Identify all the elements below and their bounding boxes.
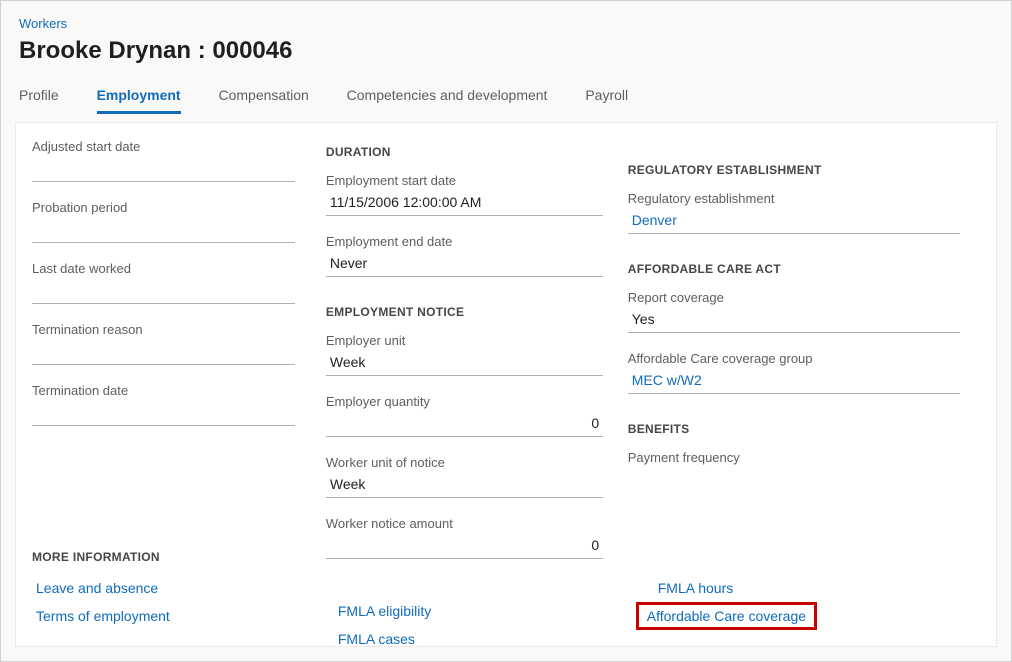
employment-notice-title: EMPLOYMENT NOTICE <box>326 305 618 319</box>
termination-reason-field[interactable] <box>32 341 295 365</box>
more-information-title: MORE INFORMATION <box>24 550 316 564</box>
tab-payroll[interactable]: Payroll <box>585 87 628 111</box>
termination-date-field[interactable] <box>32 402 295 426</box>
last-date-worked-field[interactable] <box>32 280 295 304</box>
col-regulatory-benefits: REGULATORY ESTABLISHMENT Regulatory esta… <box>628 139 978 630</box>
tab-bar: Profile Employment Compensation Competen… <box>1 87 1011 114</box>
aca-coverage-group-field[interactable]: MEC w/W2 <box>628 370 961 394</box>
employer-unit-label: Employer unit <box>326 333 618 348</box>
employer-quantity-field[interactable]: 0 <box>326 413 603 437</box>
adjusted-start-date-label: Adjusted start date <box>24 139 316 154</box>
link-terms-of-employment[interactable]: Terms of employment <box>24 602 316 630</box>
worker-unit-of-notice-field[interactable]: Week <box>326 474 603 498</box>
col-general: Adjusted start date Probation period Las… <box>24 139 316 630</box>
worker-notice-amount-field[interactable]: 0 <box>326 535 603 559</box>
header: Workers Brooke Drynan : 000046 <box>1 1 1011 65</box>
termination-reason-label: Termination reason <box>24 322 316 337</box>
employer-unit-field[interactable]: Week <box>326 352 603 376</box>
tab-employment[interactable]: Employment <box>97 87 181 114</box>
employment-end-date-label: Employment end date <box>326 234 618 249</box>
col-duration-notice: DURATION Employment start date 11/15/200… <box>326 139 618 630</box>
adjusted-start-date-field[interactable] <box>32 158 295 182</box>
regulatory-establishment-field[interactable]: Denver <box>628 210 961 234</box>
aca-coverage-link-text: Affordable Care coverage <box>647 608 806 624</box>
link-fmla-cases[interactable]: FMLA cases <box>326 625 618 653</box>
regulatory-establishment-title: REGULATORY ESTABLISHMENT <box>628 163 978 177</box>
link-leave-and-absence[interactable]: Leave and absence <box>24 574 316 602</box>
duration-title: DURATION <box>326 145 618 159</box>
tab-competencies[interactable]: Competencies and development <box>347 87 548 111</box>
employment-panel: Adjusted start date Probation period Las… <box>15 122 997 647</box>
worker-detail-page: Workers Brooke Drynan : 000046 Profile E… <box>0 0 1012 662</box>
last-date-worked-label: Last date worked <box>24 261 316 276</box>
link-fmla-hours[interactable]: FMLA hours <box>628 574 978 602</box>
probation-period-field[interactable] <box>32 219 295 243</box>
payment-frequency-label: Payment frequency <box>628 450 978 465</box>
breadcrumb-workers[interactable]: Workers <box>19 16 67 31</box>
employment-end-date-field[interactable]: Never <box>326 253 603 277</box>
employment-start-date-label: Employment start date <box>326 173 618 188</box>
aca-coverage-group-label: Affordable Care coverage group <box>628 351 978 366</box>
link-fmla-eligibility[interactable]: FMLA eligibility <box>326 597 618 625</box>
link-affordable-care-coverage[interactable]: Affordable Care coverage <box>636 602 817 630</box>
employer-quantity-label: Employer quantity <box>326 394 618 409</box>
tab-compensation[interactable]: Compensation <box>218 87 308 111</box>
worker-unit-of-notice-label: Worker unit of notice <box>326 455 618 470</box>
affordable-care-act-title: AFFORDABLE CARE ACT <box>628 262 978 276</box>
report-coverage-field[interactable]: Yes <box>628 309 961 333</box>
report-coverage-label: Report coverage <box>628 290 978 305</box>
termination-date-label: Termination date <box>24 383 316 398</box>
benefits-title: BENEFITS <box>628 422 978 436</box>
employment-start-date-field[interactable]: 11/15/2006 12:00:00 AM <box>326 192 603 216</box>
tab-profile[interactable]: Profile <box>19 87 59 111</box>
more-information-section: MORE INFORMATION Leave and absence Terms… <box>24 550 316 630</box>
regulatory-establishment-label: Regulatory establishment <box>628 191 978 206</box>
probation-period-label: Probation period <box>24 200 316 215</box>
page-title: Brooke Drynan : 000046 <box>19 37 993 65</box>
worker-notice-amount-label: Worker notice amount <box>326 516 618 531</box>
